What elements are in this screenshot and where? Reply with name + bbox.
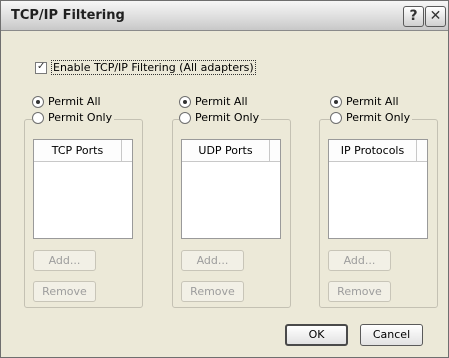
tcp-ports-list-header: TCP Ports xyxy=(34,140,132,162)
ip-remove-button[interactable]: Remove xyxy=(328,281,391,302)
help-button[interactable]: ? xyxy=(403,6,424,27)
enable-filtering-label[interactable]: Enable TCP/IP Filtering (All adapters) xyxy=(51,60,256,75)
ip-protocols-list-header: IP Protocols xyxy=(329,140,427,162)
tcp-ports-list[interactable]: TCP Ports xyxy=(33,139,133,239)
tcp-add-button[interactable]: Add... xyxy=(33,250,96,271)
udp-ports-list-header: UDP Ports xyxy=(182,140,280,162)
udp-permit-all-label[interactable]: Permit All xyxy=(195,95,248,108)
help-icon: ? xyxy=(409,8,418,24)
tcp-permit-only-option[interactable]: Permit Only xyxy=(32,111,115,124)
tcp-permit-only-radio[interactable] xyxy=(32,111,44,124)
dialog-title: TCP/IP Filtering xyxy=(11,8,125,23)
ip-permit-all-radio[interactable] xyxy=(330,95,342,108)
close-button[interactable]: ✕ xyxy=(425,6,446,27)
udp-permit-only-option[interactable]: Permit Only xyxy=(179,111,262,124)
tcp-permit-all-radio[interactable] xyxy=(32,95,44,108)
udp-ports-group: UDP Ports Add... Remove xyxy=(172,119,291,308)
ok-button[interactable]: OK xyxy=(285,324,348,346)
udp-remove-button[interactable]: Remove xyxy=(181,281,244,302)
title-bar: TCP/IP Filtering ? ✕ xyxy=(1,1,448,31)
ip-protocols-list[interactable]: IP Protocols xyxy=(328,139,428,239)
ip-permit-only-label[interactable]: Permit Only xyxy=(346,111,410,124)
enable-filtering-checkbox[interactable] xyxy=(35,61,47,74)
ip-protocols-group: IP Protocols Add... Remove xyxy=(319,119,438,308)
tcp-permit-all-label[interactable]: Permit All xyxy=(48,95,101,108)
ip-add-button[interactable]: Add... xyxy=(328,250,391,271)
ip-permit-all-label[interactable]: Permit All xyxy=(346,95,399,108)
tcp-permit-only-label[interactable]: Permit Only xyxy=(48,111,112,124)
tcp-ports-group: TCP Ports Add... Remove xyxy=(24,119,143,308)
udp-permit-all-radio[interactable] xyxy=(179,95,191,108)
tcp-permit-all-option[interactable]: Permit All xyxy=(32,95,103,108)
udp-add-button[interactable]: Add... xyxy=(181,250,244,271)
tcp-ports-column-header[interactable]: TCP Ports xyxy=(34,140,122,161)
tcpip-filtering-dialog: TCP/IP Filtering ? ✕ Enable TCP/IP Filte… xyxy=(0,0,449,358)
ip-permit-only-option[interactable]: Permit Only xyxy=(330,111,413,124)
ip-permit-only-radio[interactable] xyxy=(330,111,342,124)
enable-filtering-row[interactable]: Enable TCP/IP Filtering (All adapters) xyxy=(35,60,256,75)
ip-permit-all-option[interactable]: Permit All xyxy=(330,95,401,108)
cancel-button[interactable]: Cancel xyxy=(360,324,423,346)
close-icon: ✕ xyxy=(429,8,442,24)
ip-protocols-column-header[interactable]: IP Protocols xyxy=(329,140,417,161)
udp-ports-column-header[interactable]: UDP Ports xyxy=(182,140,270,161)
tcp-remove-button[interactable]: Remove xyxy=(33,281,96,302)
udp-permit-only-label[interactable]: Permit Only xyxy=(195,111,259,124)
udp-permit-all-option[interactable]: Permit All xyxy=(179,95,250,108)
udp-permit-only-radio[interactable] xyxy=(179,111,191,124)
udp-ports-list[interactable]: UDP Ports xyxy=(181,139,281,239)
